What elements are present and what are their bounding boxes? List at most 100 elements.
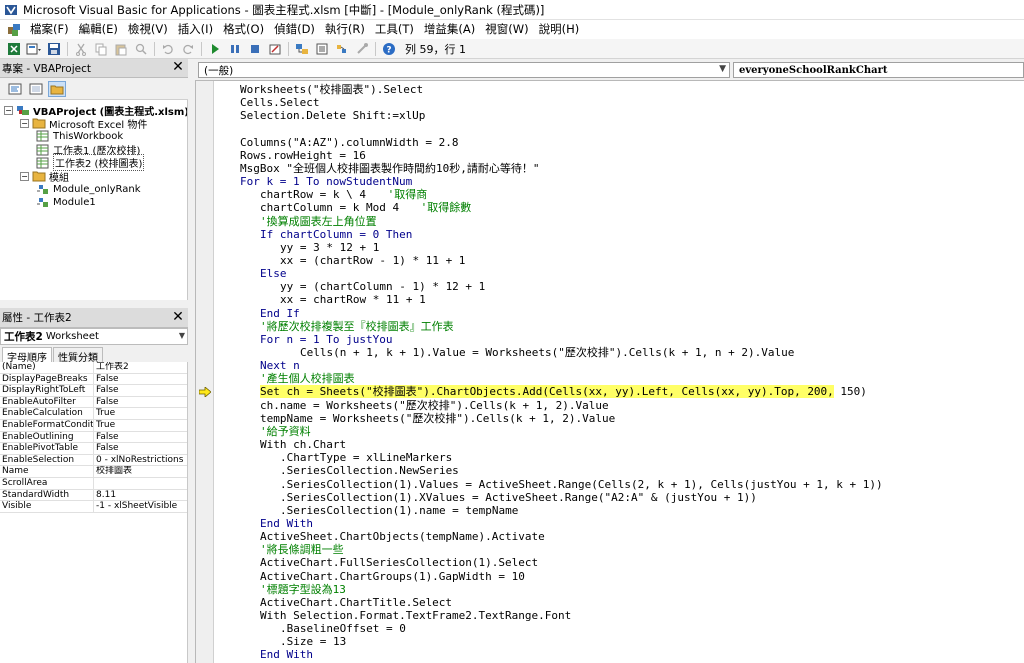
- undo-icon[interactable]: [159, 41, 177, 57]
- design-mode-icon[interactable]: [266, 41, 284, 57]
- property-value[interactable]: 校排圖表: [94, 466, 187, 477]
- reset-icon[interactable]: [246, 41, 264, 57]
- tab-categorized[interactable]: 性質分類: [53, 347, 103, 364]
- property-value[interactable]: 0 - xlNoRestrictions: [94, 455, 187, 466]
- property-value[interactable]: False: [94, 443, 187, 454]
- code-line[interactable]: ActiveSheet.ChartObjects(tempName).Activ…: [260, 530, 545, 543]
- close-icon[interactable]: ✕: [170, 59, 186, 75]
- property-value[interactable]: 8.11: [94, 490, 187, 501]
- menu-insert[interactable]: 插入(I): [174, 20, 219, 39]
- code-line[interactable]: End With: [260, 648, 313, 661]
- object-browser-icon[interactable]: [333, 41, 351, 57]
- code-line[interactable]: yy = 3 * 12 + 1: [280, 241, 379, 254]
- code-line[interactable]: '給予資料: [260, 425, 311, 438]
- code-line[interactable]: '將長條調粗一些: [260, 543, 344, 556]
- code-line[interactable]: .BaselineOffset = 0: [280, 622, 406, 635]
- property-row[interactable]: EnableFormatConditionsTrue: [0, 419, 187, 432]
- save-icon[interactable]: [45, 41, 63, 57]
- menu-file[interactable]: 檔案(F): [26, 20, 75, 39]
- tree-node[interactable]: Module1: [36, 195, 96, 209]
- vba-designer-icon[interactable]: [6, 23, 22, 37]
- property-row[interactable]: ScrollArea: [0, 477, 187, 490]
- redo-icon[interactable]: [179, 41, 197, 57]
- code-line[interactable]: ActiveChart.ChartTitle.Select: [260, 596, 452, 609]
- object-combo[interactable]: (一般) ▼: [198, 62, 730, 78]
- find-icon[interactable]: [132, 41, 150, 57]
- property-row[interactable]: Name 校排圖表: [0, 466, 187, 478]
- property-row[interactable]: Visible -1 - xlSheetVisible: [0, 501, 187, 513]
- copy-icon[interactable]: [92, 41, 110, 57]
- tree-node[interactable]: − 模組: [20, 169, 69, 184]
- property-row[interactable]: EnableAutoFilter False: [0, 396, 187, 409]
- code-line[interactable]: With Selection.Format.TextFrame2.TextRan…: [260, 609, 571, 622]
- property-value[interactable]: [94, 478, 187, 489]
- close-icon[interactable]: ✕: [170, 309, 186, 325]
- help-icon[interactable]: ?: [380, 41, 398, 57]
- property-value[interactable]: True: [94, 420, 187, 431]
- view-code-icon[interactable]: [6, 81, 24, 97]
- view-object-icon[interactable]: [27, 81, 45, 97]
- property-value[interactable]: False: [94, 385, 187, 396]
- code-line[interactable]: .ChartType = xlLineMarkers: [280, 451, 452, 464]
- toolbox-icon[interactable]: [353, 41, 371, 57]
- code-margin-indicator-bar[interactable]: [196, 81, 214, 663]
- code-line[interactable]: Set ch = Sheets("校排圖表").ChartObjects.Add…: [260, 385, 867, 398]
- insert-module-icon[interactable]: [25, 41, 43, 57]
- property-row[interactable]: EnableOutlining False: [0, 431, 187, 444]
- menu-debug[interactable]: 偵錯(D): [270, 20, 321, 39]
- code-line[interactable]: '標題字型設為13: [260, 583, 346, 596]
- code-line[interactable]: xx = (chartRow - 1) * 11 + 1: [280, 254, 465, 267]
- menu-help[interactable]: 說明(H): [535, 20, 586, 39]
- property-row[interactable]: DisplayRightToLeft False: [0, 385, 187, 397]
- collapse-icon[interactable]: −: [20, 118, 29, 128]
- code-line[interactable]: Next n: [260, 359, 300, 372]
- code-line[interactable]: MsgBox "全班個人校排圖表製作時間約10秒,請耐心等待！": [240, 162, 539, 175]
- view-excel-icon[interactable]: [5, 41, 23, 57]
- tab-alphabetic[interactable]: 字母順序: [2, 347, 52, 364]
- tree-node[interactable]: Module_onlyRank: [36, 182, 141, 196]
- code-line[interactable]: .SeriesCollection(1).Values = ActiveShee…: [280, 478, 883, 491]
- procedure-combo[interactable]: everyoneSchoolRankChart: [733, 62, 1024, 78]
- property-row[interactable]: EnablePivotTable False: [0, 443, 187, 455]
- code-line[interactable]: With ch.Chart: [260, 438, 346, 451]
- property-row[interactable]: EnableCalculation True: [0, 408, 187, 420]
- code-line[interactable]: For n = 1 To justYou: [260, 333, 392, 346]
- property-value[interactable]: False: [94, 397, 187, 408]
- code-line[interactable]: Rows.rowHeight = 16: [240, 149, 366, 162]
- code-line[interactable]: .SeriesCollection.NewSeries: [280, 464, 459, 477]
- menu-window[interactable]: 視窗(W): [481, 20, 534, 39]
- property-value[interactable]: -1 - xlSheetVisible: [94, 501, 187, 512]
- paste-icon[interactable]: [112, 41, 130, 57]
- menu-addins[interactable]: 增益集(A): [420, 20, 481, 39]
- property-value[interactable]: False: [94, 374, 187, 385]
- project-explorer-icon[interactable]: [293, 41, 311, 57]
- code-line[interactable]: Selection.Delete Shift:=xlUp: [240, 109, 425, 122]
- menu-run[interactable]: 執行(R): [321, 20, 371, 39]
- menu-edit[interactable]: 編輯(E): [75, 20, 124, 39]
- code-line[interactable]: Else: [260, 267, 287, 280]
- code-line[interactable]: End If: [260, 307, 300, 320]
- code-line[interactable]: '產生個人校排圖表: [260, 372, 355, 385]
- collapse-icon[interactable]: −: [20, 171, 29, 181]
- property-row[interactable]: EnableSelection 0 - xlNoRestrictions: [0, 454, 187, 467]
- code-line[interactable]: xx = chartRow * 11 + 1: [280, 293, 426, 306]
- code-line[interactable]: '換算成圖表左上角位置: [260, 215, 377, 228]
- code-line[interactable]: chartRow = k \ 4: [260, 188, 366, 201]
- code-line[interactable]: ActiveChart.ChartGroups(1).GapWidth = 10: [260, 570, 525, 583]
- toggle-folders-icon[interactable]: [48, 80, 66, 97]
- menu-tools[interactable]: 工具(T): [371, 20, 420, 39]
- code-line[interactable]: End With: [260, 517, 313, 530]
- code-line[interactable]: yy = (chartColumn - 1) * 12 + 1: [280, 280, 485, 293]
- property-value[interactable]: False: [94, 432, 187, 443]
- code-line[interactable]: ch.name = Worksheets("歷次校排").Cells(k + 1…: [260, 399, 609, 412]
- code-line[interactable]: Worksheets("校排圖表").Select: [240, 83, 423, 96]
- property-row[interactable]: DisplayPageBreaks False: [0, 373, 187, 386]
- code-line[interactable]: Cells.Select: [240, 96, 319, 109]
- properties-icon[interactable]: [313, 41, 331, 57]
- code-line[interactable]: Cells(n + 1, k + 1).Value = Worksheets("…: [300, 346, 794, 359]
- code-line[interactable]: For k = 1 To nowStudentNum: [240, 175, 412, 188]
- code-line[interactable]: .Size = 13: [280, 635, 346, 648]
- property-row[interactable]: StandardWidth 8.11: [0, 489, 187, 502]
- run-icon[interactable]: [206, 41, 224, 57]
- break-icon[interactable]: [226, 41, 244, 57]
